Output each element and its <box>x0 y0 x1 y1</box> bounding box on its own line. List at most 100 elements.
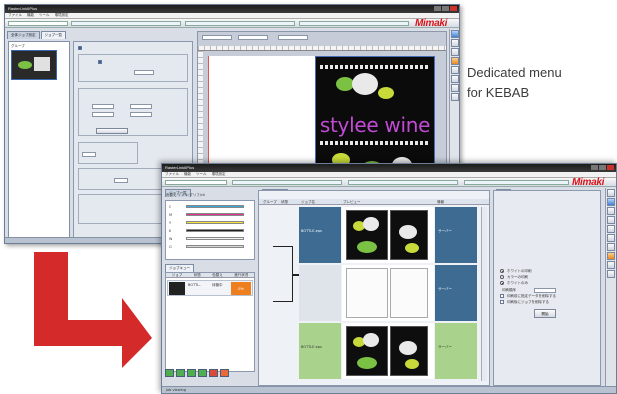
front-window-controls <box>591 165 614 170</box>
value-field[interactable] <box>134 70 154 75</box>
job-row-2[interactable]: サーバー <box>299 265 477 321</box>
job-thumbnail[interactable] <box>11 50 57 80</box>
option-checkbox[interactable] <box>98 60 102 64</box>
transition-arrow-icon <box>34 252 152 368</box>
delete-icon[interactable] <box>209 369 218 377</box>
job-queue-panel: ジョブ 状態 色替え 進行状況 BOTTL.. 待機中 0% <box>165 272 255 372</box>
option-radio-3[interactable] <box>500 281 504 285</box>
width-field[interactable] <box>92 104 114 109</box>
job-grid: グループ 状態 ジョブ名 プレビュー 情報 BOTTLE.eps サーバー サー… <box>258 190 490 386</box>
menu-tools[interactable]: ツール <box>39 13 50 18</box>
start-button[interactable]: 開始 <box>534 309 556 318</box>
col-group: グループ <box>263 200 277 204</box>
preview-front <box>346 326 388 376</box>
cut-icon[interactable] <box>450 57 459 65</box>
cut-icon[interactable] <box>607 225 615 233</box>
tab-job-queue[interactable]: ジョブキュー <box>165 264 194 272</box>
queue-col-progress: 進行状況 <box>234 273 249 277</box>
menu-function[interactable]: 機能 <box>184 172 191 177</box>
menu-settings[interactable]: 環境設定 <box>212 172 226 177</box>
color-icon[interactable] <box>450 39 459 47</box>
col-state: 状態 <box>281 200 288 204</box>
grid-scrollbar[interactable] <box>481 207 487 381</box>
option-radio-1[interactable] <box>500 269 504 273</box>
group-box-1 <box>78 54 188 82</box>
option-checkbox-6[interactable] <box>500 300 504 304</box>
maximize-button[interactable] <box>599 165 606 170</box>
option-radio-2[interactable] <box>500 275 504 279</box>
job-info-cell: サーバー <box>435 207 477 263</box>
ink-label-w: W <box>169 237 173 241</box>
job-info-cell: サーバー <box>435 323 477 379</box>
progress-field-2 <box>185 21 295 26</box>
add-icon[interactable] <box>165 369 174 377</box>
tab-overall-job-settings[interactable]: 全体ジョブ設定 <box>7 31 40 39</box>
close-button[interactable] <box>450 6 457 11</box>
enable-checkbox[interactable] <box>78 46 82 50</box>
maximize-button[interactable] <box>442 6 449 11</box>
col-info: 情報 <box>437 200 444 204</box>
option-checkbox-5[interactable] <box>500 294 504 298</box>
print-order-select[interactable] <box>534 288 556 293</box>
bottom-icon-row <box>165 369 229 377</box>
height-field[interactable] <box>130 104 152 109</box>
info-icon[interactable] <box>607 243 615 251</box>
option-label-3: ホワイトのみ <box>507 281 528 285</box>
close-button[interactable] <box>607 165 614 170</box>
queue-progress-badge: 0% <box>231 282 251 295</box>
layout-icon[interactable] <box>607 216 615 224</box>
printer-selector[interactable] <box>8 21 68 26</box>
layout-icon[interactable] <box>450 48 459 56</box>
preview-icon[interactable] <box>450 93 459 101</box>
queue-job-state: 待機中 <box>212 283 223 287</box>
ink-bar-w <box>186 237 244 240</box>
info-icon[interactable] <box>450 75 459 83</box>
copies-field[interactable] <box>114 178 128 183</box>
back-window-controls <box>434 6 457 11</box>
move-down-icon[interactable] <box>187 369 196 377</box>
queue-icon[interactable] <box>607 261 615 269</box>
ink-bar-cl <box>186 245 244 248</box>
offset-y-field[interactable] <box>130 112 152 117</box>
offset-x-field[interactable] <box>92 112 114 117</box>
back-toolbar: Mimaki <box>5 19 459 29</box>
list-icon[interactable] <box>450 84 459 92</box>
ink-label-m: M <box>169 213 173 217</box>
front-application-window: RasterLink6Plus ファイル 機能 ツール 環境設定 Mimaki … <box>161 163 617 394</box>
size-field-2[interactable] <box>238 35 268 40</box>
preview-front <box>346 210 388 260</box>
queue-row[interactable]: BOTTL.. 待機中 0% <box>167 280 253 296</box>
preview-icon[interactable] <box>607 234 615 242</box>
settings-icon[interactable] <box>607 189 615 197</box>
copy-icon[interactable] <box>198 369 207 377</box>
print-icon[interactable] <box>607 198 615 206</box>
job-row-1[interactable]: BOTTLE.eps サーバー <box>299 207 477 263</box>
settings-icon[interactable] <box>450 66 459 74</box>
ink-bar-c <box>186 205 244 208</box>
tab-job-list[interactable]: ジョブ一覧 <box>40 31 66 39</box>
job-row-3[interactable]: BOTTLE.eps サーバー <box>299 323 477 379</box>
size-field[interactable] <box>202 35 232 40</box>
menu-file[interactable]: ファイル <box>165 172 179 177</box>
print-icon[interactable] <box>450 30 459 38</box>
move-up-icon[interactable] <box>176 369 185 377</box>
menu-function[interactable]: 機能 <box>27 13 34 18</box>
menu-settings[interactable]: 環境設定 <box>55 13 69 18</box>
angle-select[interactable] <box>82 152 96 157</box>
printer-selector[interactable] <box>165 180 227 185</box>
menu-file[interactable]: ファイル <box>8 13 22 18</box>
size-field-3[interactable] <box>278 35 308 40</box>
apply-size-button[interactable] <box>96 128 128 134</box>
ink-bar-k <box>186 229 244 232</box>
minimize-button[interactable] <box>434 6 441 11</box>
tool-icon[interactable] <box>607 270 615 278</box>
menu-tools[interactable]: ツール <box>196 172 207 177</box>
front-left-column: 色替え インキ:グリフ/ch C M Y K W Cl ジョブキュー ジョブ 状… <box>165 190 255 386</box>
ink-label-cl: Cl <box>169 245 173 249</box>
col-preview: プレビュー <box>343 200 361 204</box>
list-icon[interactable] <box>607 252 615 260</box>
minimize-button[interactable] <box>591 165 598 170</box>
color-icon[interactable] <box>607 207 615 215</box>
stop-icon[interactable] <box>220 369 229 377</box>
ink-level-panel: C M Y K W Cl <box>165 200 255 260</box>
